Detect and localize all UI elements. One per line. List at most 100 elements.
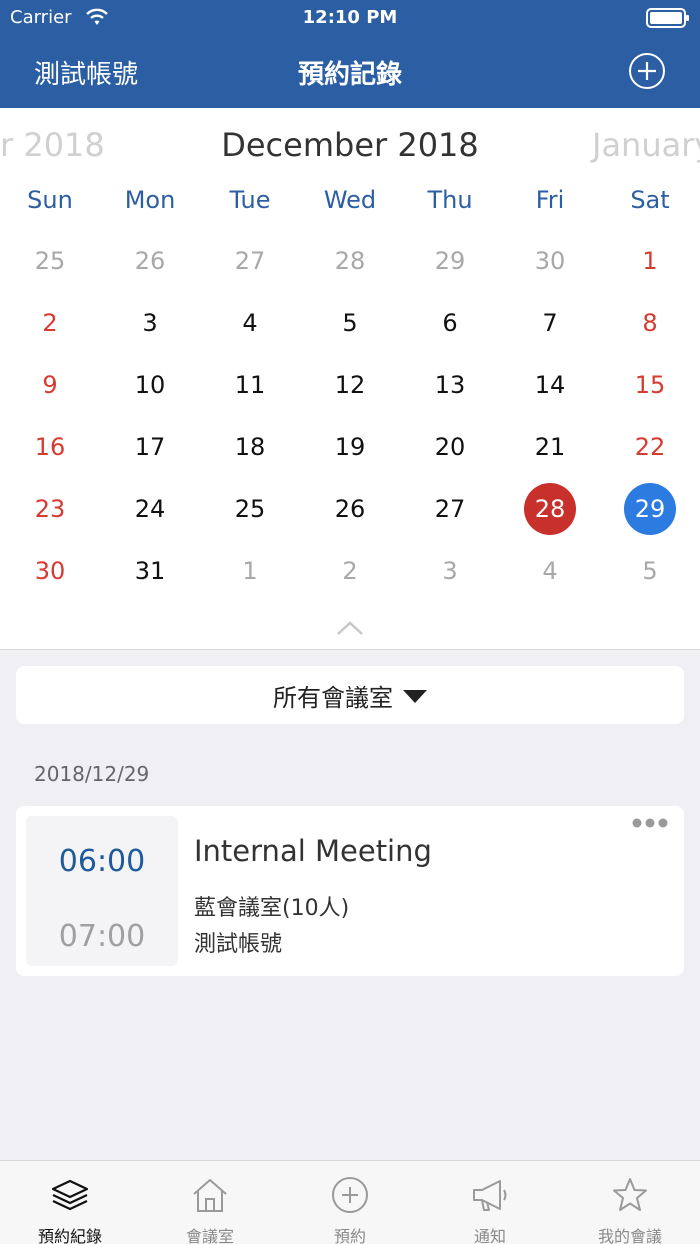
status-bar: Carrier 12:10 PM [0,0,700,36]
more-icon[interactable] [632,816,668,830]
calendar-day[interactable]: 2 [300,540,400,602]
day-number: 16 [34,433,66,461]
day-number: 8 [642,309,658,337]
calendar-day[interactable]: 22 [600,416,700,478]
calendar-day[interactable]: 26 [100,230,200,292]
section-date: 2018/12/29 [34,762,150,786]
tab-book[interactable]: 預約 [280,1161,420,1244]
calendar-day[interactable]: 15 [600,354,700,416]
calendar-day[interactable]: 9 [0,354,100,416]
calendar-day[interactable]: 1 [600,230,700,292]
calendar-day[interactable]: 1 [200,540,300,602]
day-number: 13 [434,371,466,399]
day-number: 26 [134,247,166,275]
day-number: 30 [34,557,66,585]
tab-label: 預約 [333,1227,366,1244]
calendar-day[interactable]: 25 [0,230,100,292]
weekday-label: Fri [535,186,565,214]
day-number: 7 [542,309,558,337]
day-number: 30 [534,247,566,275]
calendar-day[interactable]: 28 [500,478,600,540]
tab-bar: 預約紀錄 會議室 預約 通知 我的會議 [0,1160,700,1244]
tab-rooms[interactable]: 會議室 [140,1161,280,1244]
calendar-day[interactable]: 5 [300,292,400,354]
day-number: 29 [624,483,676,535]
meeting-room: 藍會議室(10人) [194,896,350,921]
calendar-day[interactable]: 31 [100,540,200,602]
plus-circle-icon[interactable] [628,52,666,90]
weekday-label: Wed [323,186,377,214]
day-number: 26 [334,495,366,523]
day-number: 22 [634,433,666,461]
calendar-day[interactable]: 18 [200,416,300,478]
calendar-day[interactable]: 21 [500,416,600,478]
meeting-card[interactable]: 06:00 07:00 Internal Meeting 藍會議室(10人) 測… [16,806,684,976]
calendar-day[interactable]: 30 [0,540,100,602]
calendar-day[interactable]: 13 [400,354,500,416]
page-title: 預約記錄 [297,60,402,90]
day-number: 3 [142,309,158,337]
calendar-day[interactable]: 11 [200,354,300,416]
meeting-owner: 測試帳號 [194,932,283,957]
day-number: 18 [234,433,266,461]
calendar-day[interactable]: 14 [500,354,600,416]
calendar-day[interactable]: 12 [300,354,400,416]
day-number: 28 [334,247,366,275]
calendar-day[interactable]: 30 [500,230,600,292]
calendar-day[interactable]: 24 [100,478,200,540]
day-number: 17 [134,433,166,461]
calendar-day[interactable]: 8 [600,292,700,354]
start-time: 06:00 [58,844,146,879]
tab-records[interactable]: 預約紀錄 [0,1161,140,1244]
calendar-day[interactable]: 28 [300,230,400,292]
day-number: 4 [542,557,558,585]
caret-down-icon [403,689,427,703]
calendar-day[interactable]: 27 [200,230,300,292]
chevron-up-icon[interactable] [336,620,364,636]
calendar-day[interactable]: 7 [500,292,600,354]
calendar-grid: 25 26 27 28 29 30 1 2 3 4 5 6 7 8 9 10 11 12 13 14 15 16 17 18 1… [0,230,700,600]
room-filter-dropdown[interactable]: 所有會議室 [16,666,684,724]
calendar-day[interactable]: 26 [300,478,400,540]
weekday-label: Sun [27,186,73,214]
meeting-title: Internal Meeting [194,834,432,868]
day-number: 1 [242,557,258,585]
calendar-day[interactable]: 3 [100,292,200,354]
calendar-day[interactable]: 3 [400,540,500,602]
day-number: 5 [642,557,658,585]
tab-notifications[interactable]: 通知 [420,1161,560,1244]
calendar-day[interactable]: 17 [100,416,200,478]
tab-label: 通知 [473,1227,506,1244]
tab-my-meetings[interactable]: 我的會議 [560,1161,700,1244]
tab-label: 會議室 [185,1227,234,1244]
calendar-day[interactable]: 27 [400,478,500,540]
calendar-day[interactable]: 29 [400,230,500,292]
weekday-label: Thu [427,186,473,214]
calendar-day[interactable]: 25 [200,478,300,540]
tab-label: 預約紀錄 [37,1227,102,1244]
calendar-day[interactable]: 10 [100,354,200,416]
calendar-day[interactable]: 5 [600,540,700,602]
day-number: 27 [234,247,266,275]
calendar-day[interactable]: 19 [300,416,400,478]
calendar-day[interactable]: 6 [400,292,500,354]
day-number: 31 [134,557,166,585]
day-number: 3 [442,557,458,585]
plus-circle-icon [332,1177,368,1213]
next-month-label[interactable]: January [592,126,700,164]
megaphone-icon [473,1180,507,1211]
calendar-day[interactable]: 4 [500,540,600,602]
calendar-day[interactable]: 23 [0,478,100,540]
day-number: 11 [234,371,266,399]
calendar-day[interactable]: 2 [0,292,100,354]
day-number: 23 [34,495,66,523]
calendar-day[interactable]: 16 [0,416,100,478]
day-number: 21 [534,433,566,461]
day-number: 12 [334,371,366,399]
home-icon [193,1179,227,1212]
calendar-day[interactable]: 20 [400,416,500,478]
calendar-day[interactable]: 4 [200,292,300,354]
day-number: 2 [42,309,58,337]
calendar-day[interactable]: 29 [600,478,700,540]
day-number: 28 [524,483,576,535]
